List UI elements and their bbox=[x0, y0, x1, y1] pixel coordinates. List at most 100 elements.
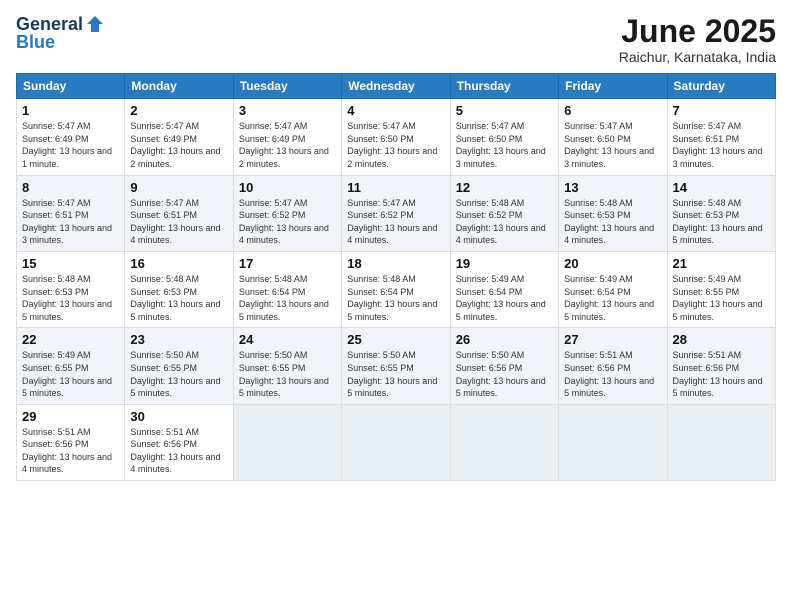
table-row: 1 Sunrise: 5:47 AMSunset: 6:49 PMDaylight… bbox=[17, 99, 125, 175]
day-info: Sunrise: 5:49 AMSunset: 6:54 PMDaylight:… bbox=[456, 273, 553, 323]
col-sunday: Sunday bbox=[17, 74, 125, 99]
day-number: 23 bbox=[130, 332, 227, 347]
calendar-body: 1 Sunrise: 5:47 AMSunset: 6:49 PMDaylight… bbox=[17, 99, 776, 481]
table-row: 18Sunrise: 5:48 AMSunset: 6:54 PMDayligh… bbox=[342, 251, 450, 327]
day-number: 10 bbox=[239, 180, 336, 195]
day-info: Sunrise: 5:47 AMSunset: 6:50 PMDaylight:… bbox=[456, 120, 553, 170]
logo-icon bbox=[85, 14, 105, 34]
day-info: Sunrise: 5:51 AMSunset: 6:56 PMDaylight:… bbox=[564, 349, 661, 399]
table-row: 21 Sunrise: 5:49 AMSunset: 6:55 PMDayligh… bbox=[667, 251, 775, 327]
day-info: Sunrise: 5:51 AMSunset: 6:56 PMDaylight:… bbox=[22, 426, 119, 476]
day-number: 8 bbox=[22, 180, 119, 195]
table-row: 10 Sunrise: 5:47 AMSunset: 6:52 PMDayligh… bbox=[233, 175, 341, 251]
col-wednesday: Wednesday bbox=[342, 74, 450, 99]
day-number: 28 bbox=[673, 332, 770, 347]
day-number: 14 bbox=[673, 180, 770, 195]
day-number: 12 bbox=[456, 180, 553, 195]
table-row: 26 Sunrise: 5:50 AMSunset: 6:56 PMDayligh… bbox=[450, 328, 558, 404]
table-row: 25 Sunrise: 5:50 AMSunset: 6:55 PMDayligh… bbox=[342, 328, 450, 404]
col-thursday: Thursday bbox=[450, 74, 558, 99]
day-number: 15 bbox=[22, 256, 119, 271]
day-info: Sunrise: 5:47 AMSunset: 6:50 PMDaylight:… bbox=[564, 120, 661, 170]
table-row: 5 Sunrise: 5:47 AMSunset: 6:50 PMDaylight… bbox=[450, 99, 558, 175]
day-number: 7 bbox=[673, 103, 770, 118]
col-friday: Friday bbox=[559, 74, 667, 99]
table-row: 30 Sunrise: 5:51 AMSunset: 6:56 PMDayligh… bbox=[125, 404, 233, 480]
day-info: Sunrise: 5:49 AMSunset: 6:55 PMDaylight:… bbox=[22, 349, 119, 399]
logo-blue-text: Blue bbox=[16, 32, 55, 53]
day-number: 16 bbox=[130, 256, 227, 271]
table-row: 2 Sunrise: 5:47 AMSunset: 6:49 PMDaylight… bbox=[125, 99, 233, 175]
table-row: 9Sunrise: 5:47 AMSunset: 6:51 PMDaylight… bbox=[125, 175, 233, 251]
calendar-week-row: 15 Sunrise: 5:48 AMSunset: 6:53 PMDayligh… bbox=[17, 251, 776, 327]
table-row: 11Sunrise: 5:47 AMSunset: 6:52 PMDayligh… bbox=[342, 175, 450, 251]
day-info: Sunrise: 5:48 AMSunset: 6:53 PMDaylight:… bbox=[673, 197, 770, 247]
day-number: 5 bbox=[456, 103, 553, 118]
table-row: 6Sunrise: 5:47 AMSunset: 6:50 PMDaylight… bbox=[559, 99, 667, 175]
table-row: 29 Sunrise: 5:51 AMSunset: 6:56 PMDayligh… bbox=[17, 404, 125, 480]
table-row: 14 Sunrise: 5:48 AMSunset: 6:53 PMDayligh… bbox=[667, 175, 775, 251]
table-row: 19 Sunrise: 5:49 AMSunset: 6:54 PMDayligh… bbox=[450, 251, 558, 327]
table-row bbox=[559, 404, 667, 480]
day-info: Sunrise: 5:47 AMSunset: 6:50 PMDaylight:… bbox=[347, 120, 444, 170]
day-info: Sunrise: 5:51 AMSunset: 6:56 PMDaylight:… bbox=[130, 426, 227, 476]
day-info: Sunrise: 5:48 AMSunset: 6:53 PMDaylight:… bbox=[22, 273, 119, 323]
col-tuesday: Tuesday bbox=[233, 74, 341, 99]
day-info: Sunrise: 5:49 AMSunset: 6:55 PMDaylight:… bbox=[673, 273, 770, 323]
day-number: 29 bbox=[22, 409, 119, 424]
header-right: June 2025 Raichur, Karnataka, India bbox=[619, 14, 776, 65]
table-row: 27Sunrise: 5:51 AMSunset: 6:56 PMDayligh… bbox=[559, 328, 667, 404]
day-info: Sunrise: 5:50 AMSunset: 6:55 PMDaylight:… bbox=[347, 349, 444, 399]
day-info: Sunrise: 5:48 AMSunset: 6:52 PMDaylight:… bbox=[456, 197, 553, 247]
table-row bbox=[342, 404, 450, 480]
table-row: 16 Sunrise: 5:48 AMSunset: 6:53 PMDayligh… bbox=[125, 251, 233, 327]
day-info: Sunrise: 5:47 AMSunset: 6:49 PMDaylight:… bbox=[239, 120, 336, 170]
day-info: Sunrise: 5:47 AMSunset: 6:51 PMDaylight:… bbox=[673, 120, 770, 170]
day-number: 20 bbox=[564, 256, 661, 271]
day-info: Sunrise: 5:49 AMSunset: 6:54 PMDaylight:… bbox=[564, 273, 661, 323]
calendar-week-row: 29 Sunrise: 5:51 AMSunset: 6:56 PMDayligh… bbox=[17, 404, 776, 480]
col-saturday: Saturday bbox=[667, 74, 775, 99]
table-row: 20 Sunrise: 5:49 AMSunset: 6:54 PMDayligh… bbox=[559, 251, 667, 327]
calendar-header-row: Sunday Monday Tuesday Wednesday Thursday… bbox=[17, 74, 776, 99]
day-info: Sunrise: 5:47 AMSunset: 6:49 PMDaylight:… bbox=[22, 120, 119, 170]
day-number: 3 bbox=[239, 103, 336, 118]
table-row: 24 Sunrise: 5:50 AMSunset: 6:55 PMDayligh… bbox=[233, 328, 341, 404]
table-row: 8 Sunrise: 5:47 AMSunset: 6:51 PMDaylight… bbox=[17, 175, 125, 251]
table-row bbox=[233, 404, 341, 480]
day-number: 26 bbox=[456, 332, 553, 347]
day-info: Sunrise: 5:50 AMSunset: 6:55 PMDaylight:… bbox=[239, 349, 336, 399]
day-number: 2 bbox=[130, 103, 227, 118]
table-row: 17Sunrise: 5:48 AMSunset: 6:54 PMDayligh… bbox=[233, 251, 341, 327]
logo-text: General bbox=[16, 14, 105, 34]
day-info: Sunrise: 5:48 AMSunset: 6:54 PMDaylight:… bbox=[239, 273, 336, 323]
table-row: 28 Sunrise: 5:51 AMSunset: 6:56 PMDayligh… bbox=[667, 328, 775, 404]
day-number: 1 bbox=[22, 103, 119, 118]
day-info: Sunrise: 5:48 AMSunset: 6:53 PMDaylight:… bbox=[130, 273, 227, 323]
day-number: 25 bbox=[347, 332, 444, 347]
day-number: 13 bbox=[564, 180, 661, 195]
day-info: Sunrise: 5:47 AMSunset: 6:52 PMDaylight:… bbox=[239, 197, 336, 247]
day-number: 24 bbox=[239, 332, 336, 347]
day-info: Sunrise: 5:47 AMSunset: 6:51 PMDaylight:… bbox=[22, 197, 119, 247]
table-row: 15 Sunrise: 5:48 AMSunset: 6:53 PMDayligh… bbox=[17, 251, 125, 327]
day-info: Sunrise: 5:47 AMSunset: 6:49 PMDaylight:… bbox=[130, 120, 227, 170]
table-row: 4 Sunrise: 5:47 AMSunset: 6:50 PMDaylight… bbox=[342, 99, 450, 175]
month-title: June 2025 bbox=[619, 14, 776, 49]
day-number: 30 bbox=[130, 409, 227, 424]
table-row: 12 Sunrise: 5:48 AMSunset: 6:52 PMDayligh… bbox=[450, 175, 558, 251]
day-info: Sunrise: 5:50 AMSunset: 6:56 PMDaylight:… bbox=[456, 349, 553, 399]
day-info: Sunrise: 5:48 AMSunset: 6:54 PMDaylight:… bbox=[347, 273, 444, 323]
day-number: 21 bbox=[673, 256, 770, 271]
table-row bbox=[667, 404, 775, 480]
col-monday: Monday bbox=[125, 74, 233, 99]
calendar-week-row: 22Sunrise: 5:49 AMSunset: 6:55 PMDayligh… bbox=[17, 328, 776, 404]
day-info: Sunrise: 5:51 AMSunset: 6:56 PMDaylight:… bbox=[673, 349, 770, 399]
day-number: 4 bbox=[347, 103, 444, 118]
day-number: 19 bbox=[456, 256, 553, 271]
table-row: 22Sunrise: 5:49 AMSunset: 6:55 PMDayligh… bbox=[17, 328, 125, 404]
table-row: 23Sunrise: 5:50 AMSunset: 6:55 PMDayligh… bbox=[125, 328, 233, 404]
day-info: Sunrise: 5:47 AMSunset: 6:51 PMDaylight:… bbox=[130, 197, 227, 247]
day-info: Sunrise: 5:48 AMSunset: 6:53 PMDaylight:… bbox=[564, 197, 661, 247]
location: Raichur, Karnataka, India bbox=[619, 49, 776, 65]
